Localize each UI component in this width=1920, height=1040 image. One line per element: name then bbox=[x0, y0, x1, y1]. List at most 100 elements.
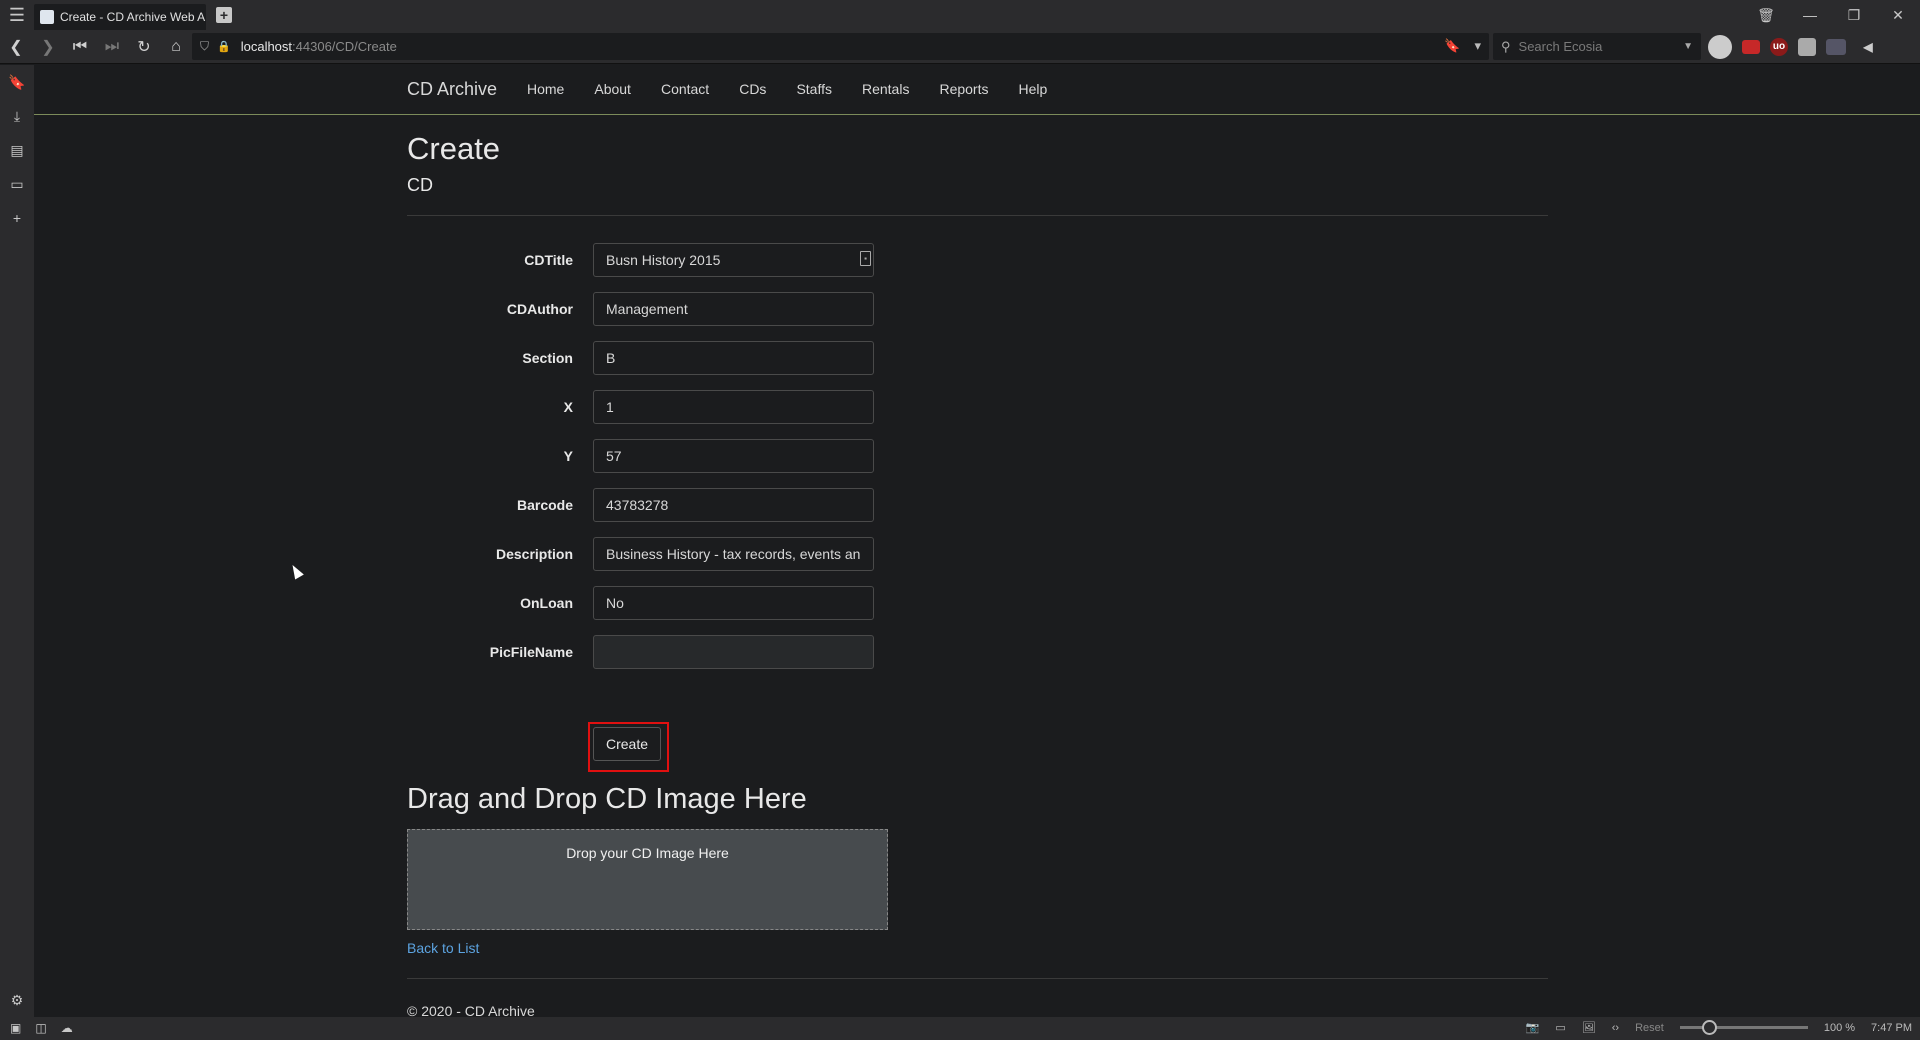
bookmark-icon[interactable]: 🔖 bbox=[1444, 38, 1460, 54]
back-to-list-link[interactable]: Back to List bbox=[407, 940, 479, 956]
tile-icon[interactable]: ◫ bbox=[35, 1021, 46, 1035]
y-field[interactable]: 57 bbox=[593, 439, 874, 473]
code-icon[interactable]: ‹› bbox=[1612, 1022, 1619, 1034]
extension-red-icon[interactable] bbox=[1742, 39, 1760, 54]
menu-about[interactable]: About bbox=[594, 81, 631, 97]
search-placeholder: Search Ecosia bbox=[1518, 39, 1603, 54]
reload-icon[interactable]: ↻ bbox=[128, 32, 160, 62]
ublock-icon[interactable]: uo bbox=[1770, 37, 1788, 56]
form-row-y: Y 57 bbox=[407, 439, 1007, 473]
onloan-field[interactable]: No bbox=[593, 586, 874, 620]
zoom-reset[interactable]: Reset bbox=[1635, 1022, 1664, 1034]
url-path: :44306/CD/Create bbox=[292, 39, 397, 54]
form-row-description: Description Business History - tax recor… bbox=[407, 537, 1007, 571]
extension-glasses-icon[interactable] bbox=[1826, 38, 1846, 55]
form-row-section: Section B bbox=[407, 341, 1007, 375]
form-row-x: X 1 bbox=[407, 390, 1007, 424]
menu-reports[interactable]: Reports bbox=[939, 81, 988, 97]
tab-bar: ☰ Create - CD Archive Web A + 🗑 — ❐ ✕ bbox=[0, 0, 1920, 30]
browser-toolbar: ❮ ❯ ⏮ ⏭ ↻ ⌂ ⛉ 🔒 localhost:44306/CD/Creat… bbox=[0, 30, 1920, 64]
cdtitle-label: CDTitle bbox=[524, 252, 573, 268]
menu-help[interactable]: Help bbox=[1018, 81, 1047, 97]
search-engine-dropdown-icon[interactable]: ▼ bbox=[1683, 41, 1693, 52]
address-bar[interactable]: ⛉ 🔒 localhost:44306/CD/Create 🔖 ▾ bbox=[192, 33, 1489, 60]
picfilename-label: PicFileName bbox=[489, 644, 573, 660]
x-label: X bbox=[563, 399, 573, 415]
home-icon[interactable]: ⌂ bbox=[160, 32, 192, 62]
cloud-icon[interactable]: ☁ bbox=[61, 1021, 73, 1035]
section-field[interactable]: B bbox=[593, 341, 874, 375]
lock-icon[interactable]: 🔒 bbox=[217, 40, 231, 53]
site-menu: Home About Contact CDs Staffs Rentals Re… bbox=[527, 81, 1077, 97]
close-window-icon[interactable]: ✕ bbox=[1876, 7, 1920, 24]
form-row-barcode: Barcode 43783278 bbox=[407, 488, 1007, 522]
description-field[interactable]: Business History - tax records, events a… bbox=[593, 537, 874, 571]
web-page: CD Archive Home About Contact CDs Staffs… bbox=[34, 65, 1920, 1019]
x-field[interactable]: 1 bbox=[593, 390, 874, 424]
plus-icon: + bbox=[216, 7, 232, 23]
forward-icon[interactable]: ❯ bbox=[32, 32, 64, 62]
window-icon[interactable]: ▭ bbox=[1555, 1021, 1565, 1034]
tab-active[interactable]: Create - CD Archive Web A bbox=[34, 3, 206, 30]
menu-contact[interactable]: Contact bbox=[661, 81, 709, 97]
zoom-level: 100 % bbox=[1823, 1021, 1856, 1034]
site-navbar: CD Archive Home About Contact CDs Staffs… bbox=[34, 65, 1920, 115]
search-icon: ⚲ bbox=[1501, 38, 1511, 54]
cdauthor-label: CDAuthor bbox=[506, 301, 573, 317]
minimize-icon[interactable]: — bbox=[1788, 7, 1832, 23]
form-row-cdauthor: CDAuthor Management bbox=[407, 292, 1007, 326]
menu-home[interactable]: Home bbox=[527, 81, 564, 97]
footer-divider bbox=[407, 978, 1548, 979]
extensions: uo ◀ bbox=[1708, 33, 1880, 60]
side-panel: 🔖 ⤓ ▤ ▭ + ⚙ bbox=[0, 65, 34, 1017]
zoom-slider[interactable] bbox=[1679, 1020, 1808, 1035]
add-panel-icon[interactable]: + bbox=[0, 201, 34, 235]
rewind-icon[interactable]: ⏮ bbox=[64, 32, 96, 62]
profile-avatar-icon[interactable] bbox=[1708, 34, 1732, 59]
tab-title: Create - CD Archive Web A bbox=[60, 9, 206, 24]
trash-icon[interactable]: 🗑 bbox=[1744, 7, 1788, 24]
window-panel-icon[interactable]: ▭ bbox=[0, 167, 34, 201]
page-subtitle: CD bbox=[407, 175, 433, 195]
settings-icon[interactable]: ⚙ bbox=[0, 983, 34, 1017]
barcode-label: Barcode bbox=[516, 497, 573, 513]
collapse-panel-icon[interactable]: ◀ bbox=[1856, 35, 1880, 59]
create-button[interactable]: Create bbox=[593, 727, 661, 761]
form-row-picfilename: PicFileName bbox=[407, 635, 1007, 669]
site-brand[interactable]: CD Archive bbox=[407, 79, 497, 100]
autofill-icon[interactable]: ▪ bbox=[860, 251, 871, 266]
cdtitle-field[interactable]: Busn History 2015 bbox=[593, 243, 874, 277]
back-icon[interactable]: ❮ bbox=[0, 32, 32, 62]
description-label: Description bbox=[495, 546, 573, 562]
barcode-field[interactable]: 43783278 bbox=[593, 488, 874, 522]
menu-staffs[interactable]: Staffs bbox=[796, 81, 832, 97]
notes-panel-icon[interactable]: ▤ bbox=[0, 133, 34, 167]
section-label: Section bbox=[522, 350, 573, 366]
shield-icon[interactable]: ⛉ bbox=[200, 39, 209, 54]
dropzone-heading: Drag and Drop CD Image Here bbox=[407, 783, 807, 815]
image-dropzone[interactable]: Drop your CD Image Here bbox=[407, 829, 888, 930]
bookmarks-panel-icon[interactable]: 🔖 bbox=[0, 65, 34, 99]
zoom-knob[interactable] bbox=[1701, 1020, 1717, 1035]
search-field[interactable]: ⚲ Search Ecosia ▼ bbox=[1493, 33, 1701, 60]
cdauthor-field[interactable]: Management bbox=[593, 292, 874, 326]
image-icon[interactable]: 🖼 bbox=[1582, 1021, 1596, 1034]
new-tab-button[interactable]: + bbox=[212, 3, 236, 27]
panel-toggle-icon[interactable]: ▣ bbox=[10, 1021, 21, 1035]
browser-menu-icon[interactable]: ☰ bbox=[0, 0, 34, 30]
extension-gray-icon[interactable] bbox=[1798, 37, 1816, 56]
camera-icon[interactable]: 📷 bbox=[1526, 1021, 1540, 1034]
menu-rentals[interactable]: Rentals bbox=[862, 81, 909, 97]
window-controls: 🗑 — ❐ ✕ bbox=[1744, 0, 1920, 30]
menu-cds[interactable]: CDs bbox=[739, 81, 766, 97]
fast-forward-icon[interactable]: ⏭ bbox=[96, 32, 128, 62]
onloan-label: OnLoan bbox=[520, 595, 573, 611]
url-host: localhost bbox=[240, 39, 293, 54]
downloads-panel-icon[interactable]: ⤓ bbox=[0, 99, 34, 133]
restore-icon[interactable]: ❐ bbox=[1832, 7, 1876, 24]
dropdown-icon[interactable]: ▾ bbox=[1474, 38, 1481, 54]
picfilename-field[interactable] bbox=[593, 635, 874, 669]
page-icon bbox=[40, 9, 54, 24]
page-title: Create bbox=[407, 131, 501, 166]
divider bbox=[407, 215, 1548, 216]
